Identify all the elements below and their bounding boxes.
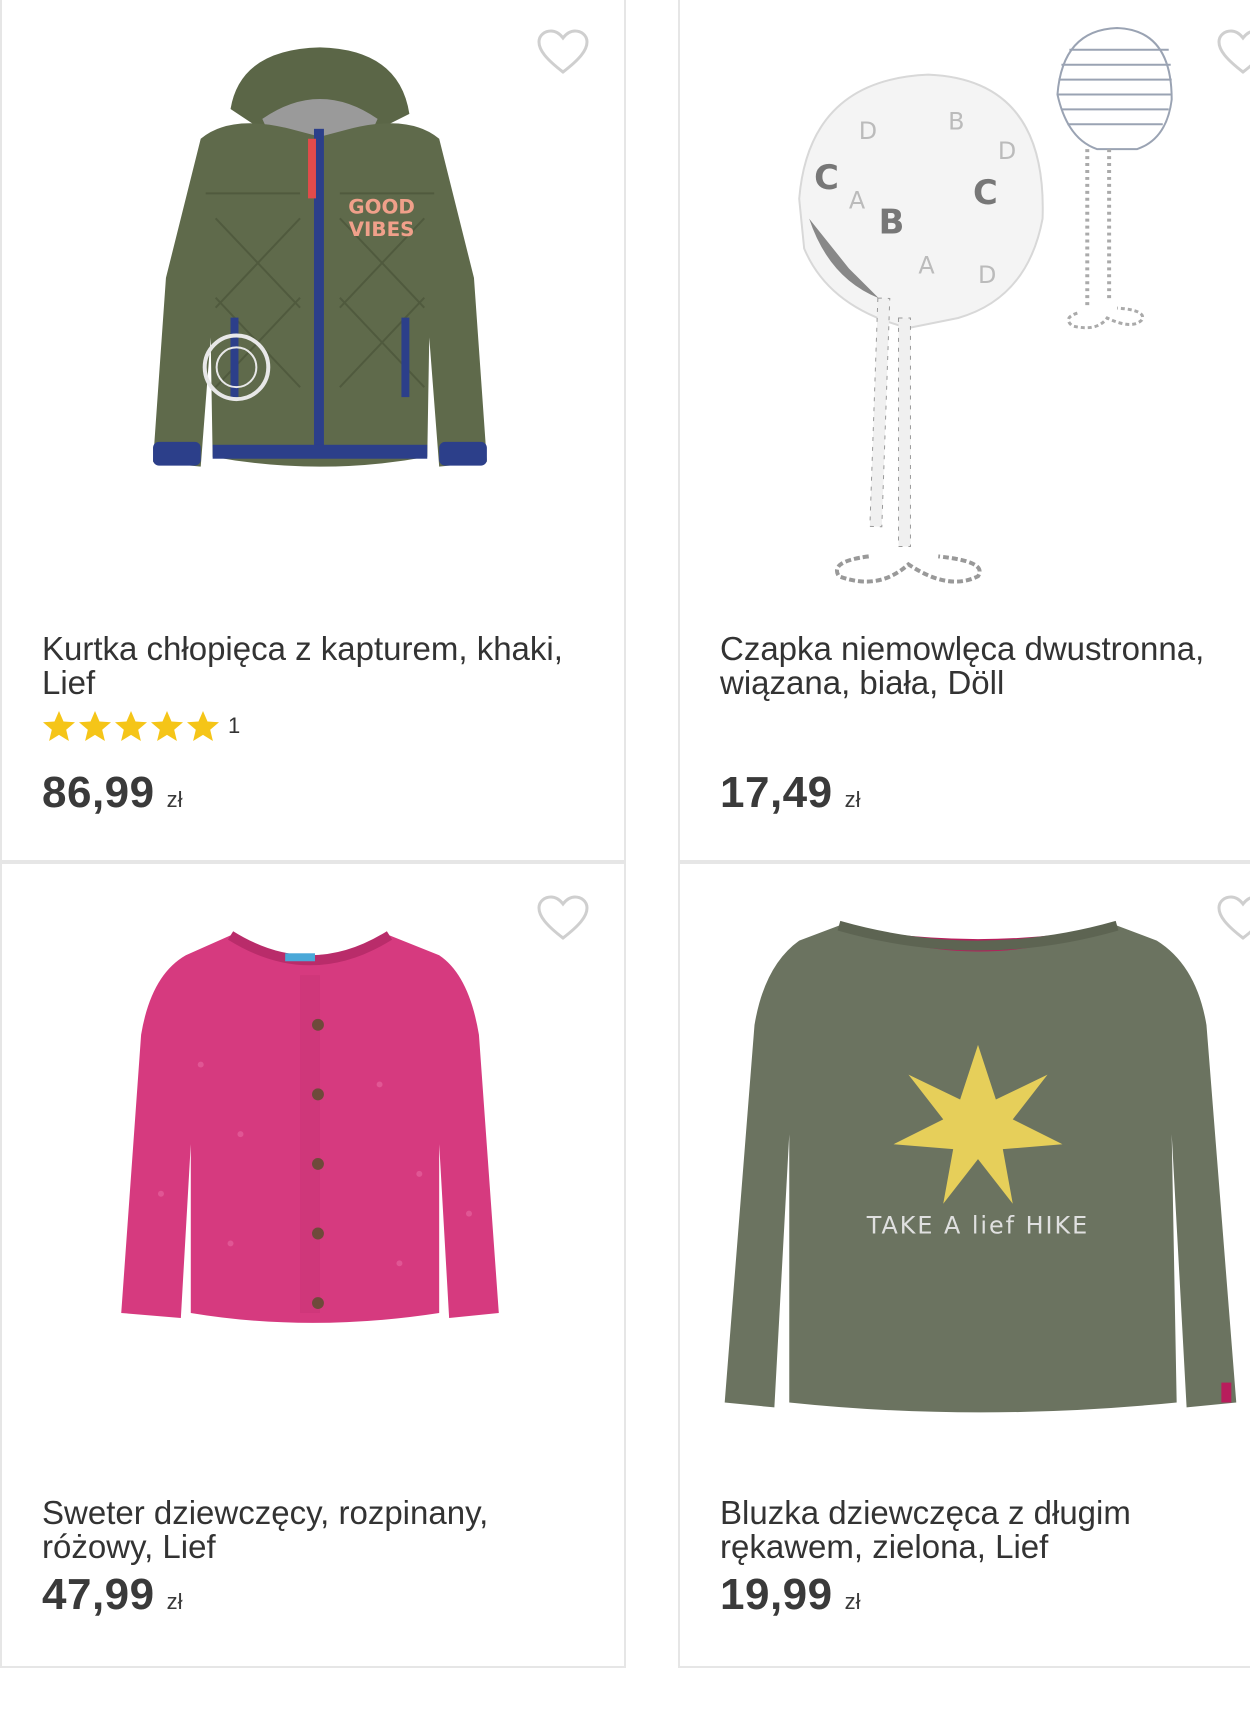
price-currency: zł	[166, 1589, 183, 1614]
star-icon	[151, 711, 183, 741]
price: 19,99 zł	[720, 1570, 861, 1620]
svg-text:B: B	[948, 107, 964, 135]
price-value: 47,99	[42, 1570, 155, 1619]
svg-text:B: B	[879, 203, 905, 242]
rating: 1	[42, 710, 240, 742]
price-currency: zł	[166, 787, 183, 812]
longsleeve-image[interactable]: TAKE A lief HIKE	[680, 904, 1250, 1444]
product-card[interactable]: TAKE A lief HIKE Bluzka dziewczęca z dłu…	[678, 862, 1250, 1668]
rating-count: 1	[228, 713, 241, 738]
svg-text:D: D	[978, 261, 996, 289]
cardigan-image[interactable]	[2, 914, 624, 1394]
price-currency: zł	[844, 787, 861, 812]
jacket-image[interactable]: GOOD VIBES	[2, 18, 624, 498]
star-icon	[43, 711, 75, 741]
price-value: 19,99	[720, 1570, 833, 1619]
product-card[interactable]: GOOD VIBES Kurtka chłopięca z kapturem, …	[0, 0, 626, 862]
product-title[interactable]: Sweter dziewczęcy, rozpinany, różowy, Li…	[42, 1496, 582, 1564]
star-icon	[187, 711, 219, 741]
svg-text:D: D	[859, 117, 877, 145]
product-card[interactable]: Sweter dziewczęcy, rozpinany, różowy, Li…	[0, 862, 626, 1668]
jacket-print-text-2: VIBES	[349, 218, 415, 241]
product-title[interactable]: Czapka niemowlęca dwustronna, wiązana, b…	[720, 632, 1250, 700]
product-title[interactable]: Kurtka chłopięca z kapturem, khaki, Lief	[42, 632, 582, 700]
price-currency: zł	[844, 1589, 861, 1614]
price-value: 17,49	[720, 768, 833, 817]
jacket-print-text-1: GOOD	[348, 195, 415, 218]
product-card[interactable]: CBC DBADAD Czapka niemowlęca dwustronna,…	[678, 0, 1250, 862]
svg-text:A: A	[918, 251, 935, 279]
product-title[interactable]: Bluzka dziewczęca z długim rękawem, ziel…	[720, 1496, 1250, 1564]
price: 86,99 zł	[42, 768, 183, 818]
tee-print-text: TAKE A lief HIKE	[866, 1212, 1089, 1240]
star-icon	[115, 711, 147, 741]
hat-image[interactable]: CBC DBADAD	[680, 18, 1250, 618]
svg-text:A: A	[849, 187, 866, 215]
price: 47,99 zł	[42, 1570, 183, 1620]
svg-text:C: C	[814, 158, 839, 197]
svg-text:D: D	[998, 137, 1016, 165]
price-value: 86,99	[42, 768, 155, 817]
star-icon	[79, 711, 111, 741]
svg-text:C: C	[973, 173, 998, 212]
price: 17,49 zł	[720, 768, 861, 818]
